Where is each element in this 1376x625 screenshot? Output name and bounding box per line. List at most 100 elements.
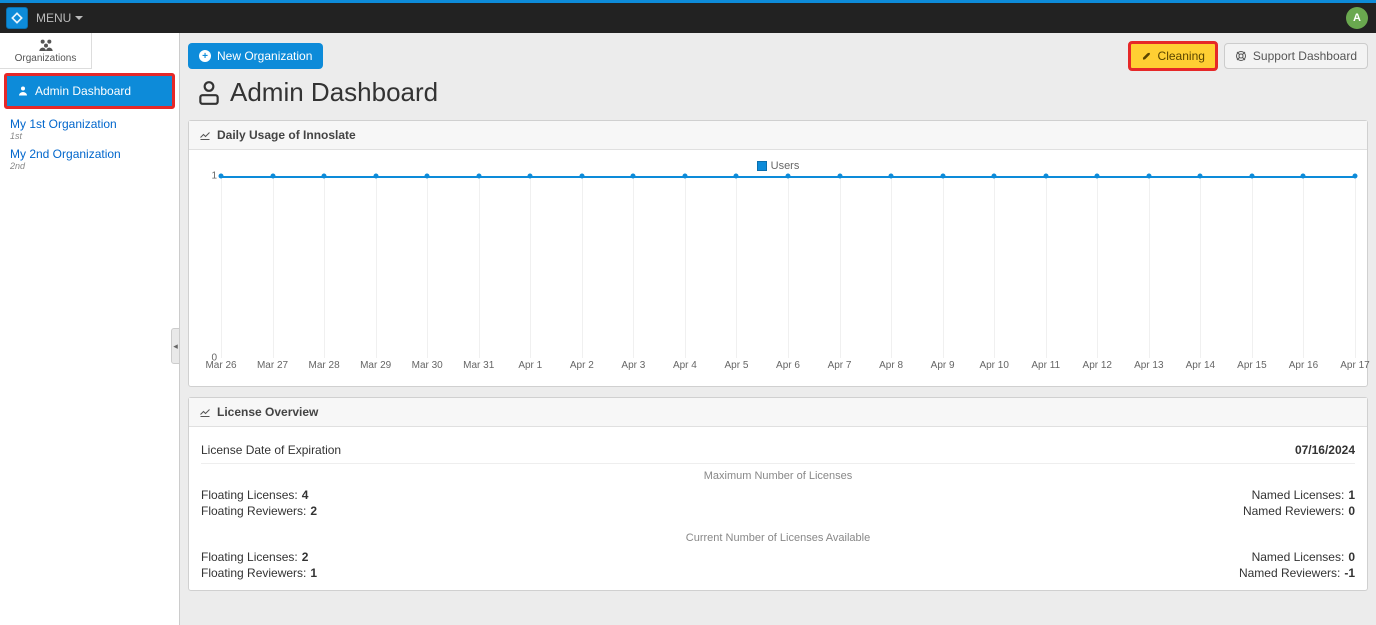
- x-tick-label: Apr 4: [673, 360, 697, 371]
- y-tick-label: 1: [211, 171, 217, 182]
- new-organization-button[interactable]: + New Organization: [188, 43, 323, 69]
- rocket-icon: [1141, 51, 1152, 62]
- data-point: [579, 174, 584, 179]
- avail-floating-licenses-label: Floating Licenses:: [201, 550, 298, 564]
- data-point: [734, 174, 739, 179]
- chart-x-axis: Mar 26Mar 27Mar 28Mar 29Mar 30Mar 31Apr …: [221, 360, 1355, 376]
- avail-named-reviewers-value: -1: [1344, 566, 1355, 580]
- org-subtitle: 2nd: [10, 161, 169, 171]
- page-title-row: Admin Dashboard: [196, 77, 1366, 108]
- avail-floating-reviewers-value: 1: [310, 566, 317, 580]
- max-floating-reviewers-label: Floating Reviewers:: [201, 504, 306, 518]
- data-point: [1198, 174, 1203, 179]
- main-content: + New Organization Cleaning Support Dash…: [180, 33, 1376, 625]
- sidebar-admin-label: Admin Dashboard: [35, 84, 131, 98]
- cleaning-label: Cleaning: [1158, 49, 1205, 63]
- org-name: My 2nd Organization: [10, 147, 169, 161]
- support-dashboard-button[interactable]: Support Dashboard: [1224, 43, 1368, 69]
- avail-named-reviewers-label: Named Reviewers:: [1239, 566, 1340, 580]
- max-floating-reviewers-value: 2: [310, 504, 317, 518]
- data-point: [528, 174, 533, 179]
- app-logo[interactable]: [6, 7, 28, 29]
- data-point: [1353, 174, 1358, 179]
- max-named-licenses-label: Named Licenses:: [1252, 488, 1345, 502]
- tab-organizations[interactable]: Organizations: [0, 33, 92, 69]
- x-tick-label: Apr 9: [931, 360, 955, 371]
- data-point: [476, 174, 481, 179]
- chart-plot-area: [221, 176, 1355, 358]
- navbar: MENU A: [0, 3, 1376, 33]
- data-point: [786, 174, 791, 179]
- cleaning-button[interactable]: Cleaning: [1128, 41, 1218, 71]
- data-point: [373, 174, 378, 179]
- legend-swatch-users: [757, 161, 767, 171]
- daily-usage-panel: Daily Usage of Innoslate Users 01 Mar 26…: [188, 120, 1368, 387]
- tab-organizations-label: Organizations: [0, 53, 91, 64]
- new-organization-label: New Organization: [217, 49, 312, 63]
- data-point: [889, 174, 894, 179]
- license-expiration-label: License Date of Expiration: [201, 443, 341, 457]
- data-point: [1146, 174, 1151, 179]
- x-tick-label: Apr 12: [1083, 360, 1112, 371]
- avail-floating-reviewers-label: Floating Reviewers:: [201, 566, 306, 580]
- avail-named-licenses-label: Named Licenses:: [1252, 550, 1345, 564]
- legend-users-label: Users: [771, 160, 800, 172]
- avail-licenses-note: Current Number of Licenses Available: [201, 526, 1355, 550]
- avail-floating-licenses-value: 2: [302, 550, 309, 564]
- menu-dropdown[interactable]: MENU: [36, 11, 83, 25]
- sidebar-org-item[interactable]: My 1st Organization1st: [0, 113, 179, 143]
- x-tick-label: Mar 28: [309, 360, 340, 371]
- data-point: [682, 174, 687, 179]
- max-licenses-note: Maximum Number of Licenses: [201, 464, 1355, 488]
- data-point: [322, 174, 327, 179]
- max-floating-licenses-value: 4: [302, 488, 309, 502]
- license-overview-panel: License Overview License Date of Expirat…: [188, 397, 1368, 591]
- sidebar-org-item[interactable]: My 2nd Organization2nd: [0, 143, 179, 173]
- line-chart-icon: [199, 129, 211, 141]
- sidebar-collapse-handle[interactable]: ◂: [171, 328, 180, 364]
- organizations-icon: [0, 39, 91, 53]
- max-named-reviewers-label: Named Reviewers:: [1243, 504, 1344, 518]
- x-tick-label: Apr 10: [979, 360, 1008, 371]
- plus-circle-icon: +: [199, 50, 211, 62]
- menu-label: MENU: [36, 11, 71, 25]
- life-ring-icon: [1235, 50, 1247, 62]
- data-point: [1043, 174, 1048, 179]
- x-tick-label: Apr 3: [621, 360, 645, 371]
- x-tick-label: Apr 17: [1340, 360, 1369, 371]
- support-dashboard-label: Support Dashboard: [1253, 49, 1357, 63]
- caret-down-icon: [75, 16, 83, 20]
- x-tick-label: Mar 27: [257, 360, 288, 371]
- x-tick-label: Apr 15: [1237, 360, 1266, 371]
- data-point: [1301, 174, 1306, 179]
- avail-named-licenses-value: 0: [1348, 550, 1355, 564]
- x-tick-label: Apr 2: [570, 360, 594, 371]
- x-tick-label: Apr 11: [1031, 360, 1060, 371]
- x-tick-label: Apr 13: [1134, 360, 1163, 371]
- admin-dashboard-icon: [196, 80, 222, 106]
- daily-usage-title: Daily Usage of Innoslate: [217, 128, 356, 142]
- license-expiration-value: 07/16/2024: [1295, 443, 1355, 457]
- user-avatar[interactable]: A: [1346, 7, 1368, 29]
- max-named-reviewers-value: 0: [1348, 504, 1355, 518]
- x-tick-label: Mar 26: [205, 360, 236, 371]
- x-tick-label: Apr 16: [1289, 360, 1318, 371]
- data-point: [992, 174, 997, 179]
- chevron-left-icon: ◂: [173, 341, 178, 352]
- data-point: [270, 174, 275, 179]
- max-named-licenses-value: 1: [1348, 488, 1355, 502]
- license-overview-title: License Overview: [217, 405, 318, 419]
- org-subtitle: 1st: [10, 131, 169, 141]
- x-tick-label: Mar 31: [463, 360, 494, 371]
- sidebar-item-admin-dashboard[interactable]: Admin Dashboard: [4, 73, 175, 109]
- data-point: [631, 174, 636, 179]
- data-point: [940, 174, 945, 179]
- sidebar: Organizations Admin Dashboard My 1st Org…: [0, 33, 180, 625]
- x-tick-label: Apr 14: [1186, 360, 1215, 371]
- chart-y-axis: 01: [201, 176, 221, 358]
- daily-usage-chart: 01 Mar 26Mar 27Mar 28Mar 29Mar 30Mar 31A…: [201, 176, 1355, 376]
- admin-user-icon: [17, 85, 29, 97]
- x-tick-label: Apr 7: [828, 360, 852, 371]
- line-chart-icon: [199, 406, 211, 418]
- data-point: [837, 174, 842, 179]
